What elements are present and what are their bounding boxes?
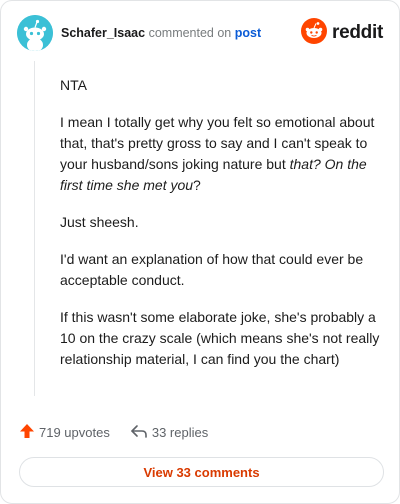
post-link[interactable]: post	[235, 26, 261, 40]
comment-verb: commented on	[148, 26, 232, 40]
comment-paragraph: I mean I totally get why you felt so emo…	[60, 112, 384, 196]
thread-line	[34, 61, 35, 396]
snoo-avatar-icon[interactable]	[17, 15, 53, 51]
replies-count: 33 replies	[151, 424, 209, 440]
comment-paragraph: Just sheesh.	[60, 214, 139, 230]
comment-meta: Schafer_Isaac commented on post	[61, 26, 261, 40]
upvote-button[interactable]: 719 upvotes	[19, 423, 110, 442]
reddit-logo-icon	[301, 17, 328, 49]
comment-paragraph: If this wasn't some elaborate joke, she'…	[60, 309, 380, 367]
view-comments-button[interactable]: View 33 comments	[19, 457, 384, 487]
comment-footer: 719 upvotes 33 replies	[19, 421, 208, 443]
comment-text: ?	[193, 177, 201, 193]
comment-header: Schafer_Isaac commented on post reddit	[17, 15, 383, 51]
reply-arrow-icon	[130, 423, 148, 442]
comment-paragraph: I'd want an explanation of how that coul…	[60, 251, 364, 288]
upvote-count: 719 upvotes	[39, 424, 110, 440]
username-link[interactable]: Schafer_Isaac	[61, 26, 145, 40]
upvote-arrow-icon	[19, 423, 35, 442]
comment-paragraph: NTA	[60, 77, 87, 93]
comment-card: Schafer_Isaac commented on post reddit N…	[0, 0, 400, 504]
replies-button[interactable]: 33 replies	[130, 423, 208, 442]
reddit-logo[interactable]: reddit	[301, 17, 383, 49]
comment-body: NTA I mean I totally get why you felt so…	[60, 75, 384, 386]
reddit-wordmark: reddit	[332, 22, 383, 43]
